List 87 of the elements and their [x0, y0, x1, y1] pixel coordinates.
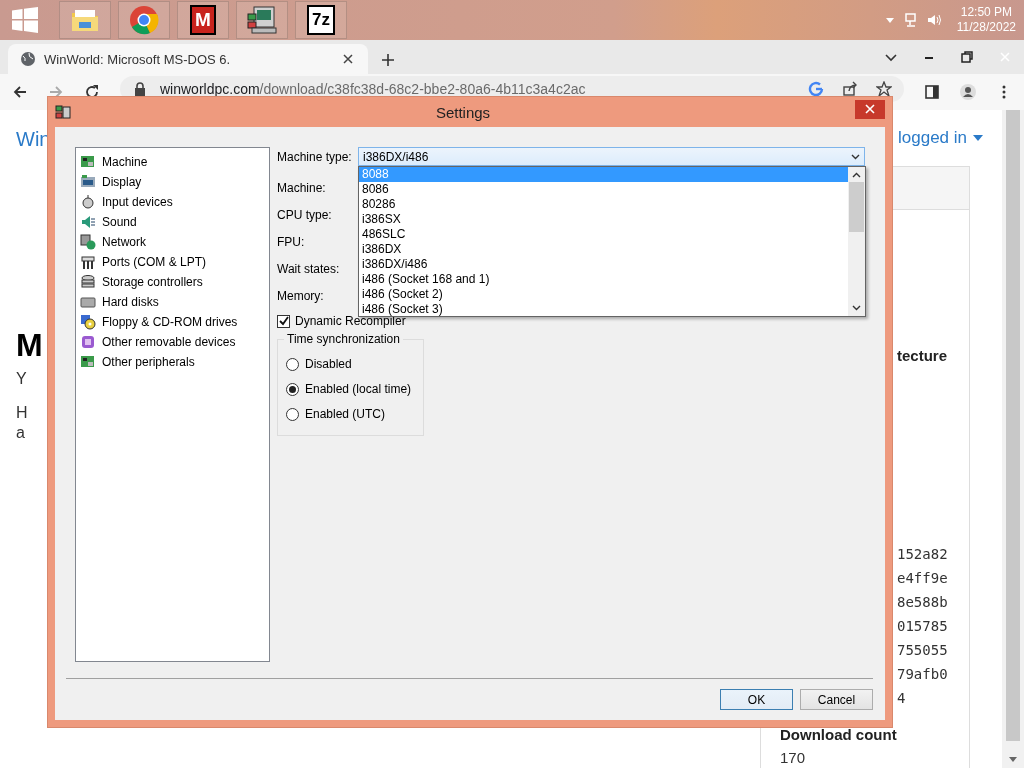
- field-label: Wait states:: [277, 261, 340, 276]
- field-label: FPU:: [277, 234, 305, 249]
- checkbox[interactable]: [277, 314, 290, 328]
- restore-icon[interactable]: [959, 49, 975, 65]
- removable-icon: [80, 334, 96, 350]
- chevron-down-icon: [851, 153, 860, 160]
- dialog-title: Settings: [434, 103, 492, 121]
- field-label: Machine:: [277, 180, 326, 195]
- radio-button[interactable]: [286, 407, 299, 421]
- dropdown-option[interactable]: i486 (Socket 2): [359, 287, 848, 302]
- network-icon: [80, 234, 96, 250]
- display-icon: [80, 174, 96, 190]
- computer-icon[interactable]: [246, 4, 278, 36]
- page-heading: M: [16, 327, 44, 364]
- dropdown-option[interactable]: 8086: [359, 182, 848, 197]
- hash-value: e4ff9e: [897, 569, 949, 588]
- scrollbar[interactable]: [1002, 110, 1024, 768]
- close-button[interactable]: [855, 99, 885, 119]
- dropdown-option[interactable]: i386DX/i486: [359, 257, 848, 272]
- hash-value: 152a82: [897, 545, 949, 564]
- radio-button[interactable]: [286, 357, 299, 371]
- category-item[interactable]: Network: [102, 235, 146, 249]
- hash-value: 4: [897, 689, 907, 708]
- board-icon: [80, 354, 96, 370]
- input-icon: [80, 194, 96, 210]
- floppy-icon: [80, 314, 96, 330]
- app-logo[interactable]: 7z: [307, 5, 335, 35]
- board-icon: [80, 154, 96, 170]
- machine-type-dropdown[interactable]: i386DX/i486: [358, 147, 865, 166]
- dialog-button[interactable]: Cancel: [800, 689, 873, 710]
- category-item[interactable]: Ports (COM & LPT): [102, 255, 206, 269]
- field-label: Machine type:: [277, 150, 352, 164]
- checkbox-label[interactable]: Dynamic Recompiler: [295, 314, 406, 328]
- share-icon[interactable]: [842, 81, 858, 97]
- category-item[interactable]: Floppy & CD-ROM drives: [102, 315, 238, 329]
- category-item[interactable]: Display: [102, 175, 142, 189]
- dropdown-option[interactable]: 80286: [359, 197, 848, 212]
- dropdown-option[interactable]: 486SLC: [359, 227, 848, 242]
- scroll-down-icon[interactable]: [1009, 757, 1017, 762]
- app-icon: [55, 104, 71, 120]
- browser-tab[interactable]: WinWorld: Microsoft MS-DOS 6.: [8, 44, 368, 74]
- group-title: Time synchronization: [284, 332, 403, 346]
- star-icon[interactable]: [876, 81, 892, 97]
- page-text: H: [16, 404, 29, 422]
- dropdown-option[interactable]: i486 (Socket 3): [359, 302, 848, 317]
- radio-label[interactable]: Enabled (UTC): [305, 407, 386, 421]
- back-icon[interactable]: [12, 84, 28, 100]
- start-icon[interactable]: [12, 7, 38, 33]
- category-item[interactable]: Input devices: [102, 195, 173, 209]
- hash-value: 755055: [897, 641, 949, 660]
- section-heading: Download count: [780, 726, 898, 743]
- category-item[interactable]: Other removable devices: [102, 335, 236, 349]
- caret-icon: [973, 135, 983, 141]
- category-item[interactable]: Other peripherals: [102, 355, 195, 369]
- category-item[interactable]: Hard disks: [102, 295, 159, 309]
- hash-value: 79afb0: [897, 665, 949, 684]
- lock-icon: [132, 81, 148, 97]
- account-link[interactable]: logged in: [898, 128, 983, 148]
- dialog-button[interactable]: OK: [720, 689, 793, 710]
- radio-label[interactable]: Enabled (local time): [305, 382, 412, 396]
- category-item[interactable]: Sound: [102, 215, 137, 229]
- field-label: Memory:: [277, 288, 324, 303]
- dropdown-option[interactable]: i386SX: [359, 212, 848, 227]
- avatar-icon[interactable]: [960, 84, 976, 100]
- category-item[interactable]: Storage controllers: [102, 275, 203, 289]
- browser-icon[interactable]: [128, 4, 160, 36]
- scrollbar[interactable]: [848, 167, 865, 316]
- hash-value: 015785: [897, 617, 949, 636]
- g-icon[interactable]: [808, 81, 824, 97]
- radio-button[interactable]: [286, 382, 299, 396]
- category-item[interactable]: Machine: [102, 155, 148, 169]
- close-icon: [865, 104, 875, 114]
- ports-icon: [80, 254, 96, 270]
- section-heading: tecture: [897, 347, 949, 364]
- page-text: a: [16, 424, 26, 442]
- dropdown-option[interactable]: i486 (Socket 168 and 1): [359, 272, 848, 287]
- page-text: Y: [16, 370, 28, 388]
- dropdown-option[interactable]: i386DX: [359, 242, 848, 257]
- app-logo[interactable]: M: [190, 5, 216, 35]
- download-count: 170: [780, 749, 807, 766]
- hash-value: 8e588b: [897, 593, 949, 612]
- sound-icon: [80, 214, 96, 230]
- field-label: CPU type:: [277, 207, 332, 222]
- radio-label[interactable]: Disabled: [305, 357, 352, 371]
- storage-icon: [80, 274, 96, 290]
- side-panel-icon[interactable]: [924, 84, 940, 100]
- new-tab-icon[interactable]: [380, 52, 396, 68]
